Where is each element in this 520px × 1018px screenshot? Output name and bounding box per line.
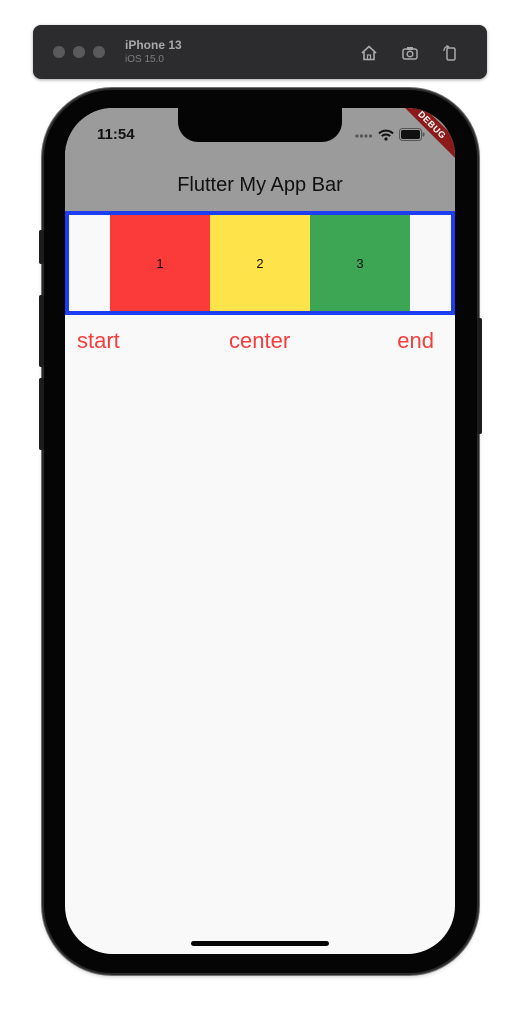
home-button[interactable]	[358, 42, 380, 64]
box-3: 3	[310, 215, 410, 311]
label-end: end	[397, 328, 434, 353]
os-version: iOS 15.0	[125, 54, 164, 65]
volume-up-button	[39, 295, 44, 367]
rotate-icon	[443, 44, 456, 61]
notch	[178, 108, 342, 142]
box-2-label: 2	[256, 255, 264, 271]
home-icon	[361, 45, 377, 61]
screenshot-button[interactable]	[399, 42, 421, 64]
status-icons	[355, 128, 425, 141]
simulator-toolbar: iPhone 13 iOS 15.0	[33, 25, 487, 79]
phone-screen: 11:54 Flutter My App Bar DEBUG 1 2 3 sta…	[65, 108, 455, 954]
app-bar: 11:54 Flutter My App Bar DEBUG	[65, 108, 455, 211]
zoom-window-button[interactable]	[93, 46, 105, 58]
device-name: iPhone 13	[125, 38, 182, 52]
rotate-button[interactable]	[439, 42, 461, 64]
home-indicator[interactable]	[191, 941, 329, 946]
app-bar-title: Flutter My App Bar	[177, 174, 343, 196]
wifi-icon	[378, 129, 394, 141]
minimize-window-button[interactable]	[73, 46, 85, 58]
row-container: 1 2 3	[65, 211, 455, 315]
status-time: 11:54	[97, 126, 135, 143]
mute-switch	[39, 230, 44, 264]
label-center: center	[229, 328, 291, 353]
box-1-label: 1	[156, 255, 164, 271]
cellular-icon	[355, 133, 373, 138]
box-3-label: 3	[356, 255, 364, 271]
power-button	[477, 318, 482, 434]
box-1: 1	[110, 215, 210, 311]
volume-down-button	[39, 378, 44, 450]
close-window-button[interactable]	[53, 46, 65, 58]
label-start: start	[77, 328, 120, 353]
battery-icon	[399, 128, 425, 141]
box-2: 2	[210, 215, 310, 311]
screenshot-icon	[402, 47, 418, 60]
